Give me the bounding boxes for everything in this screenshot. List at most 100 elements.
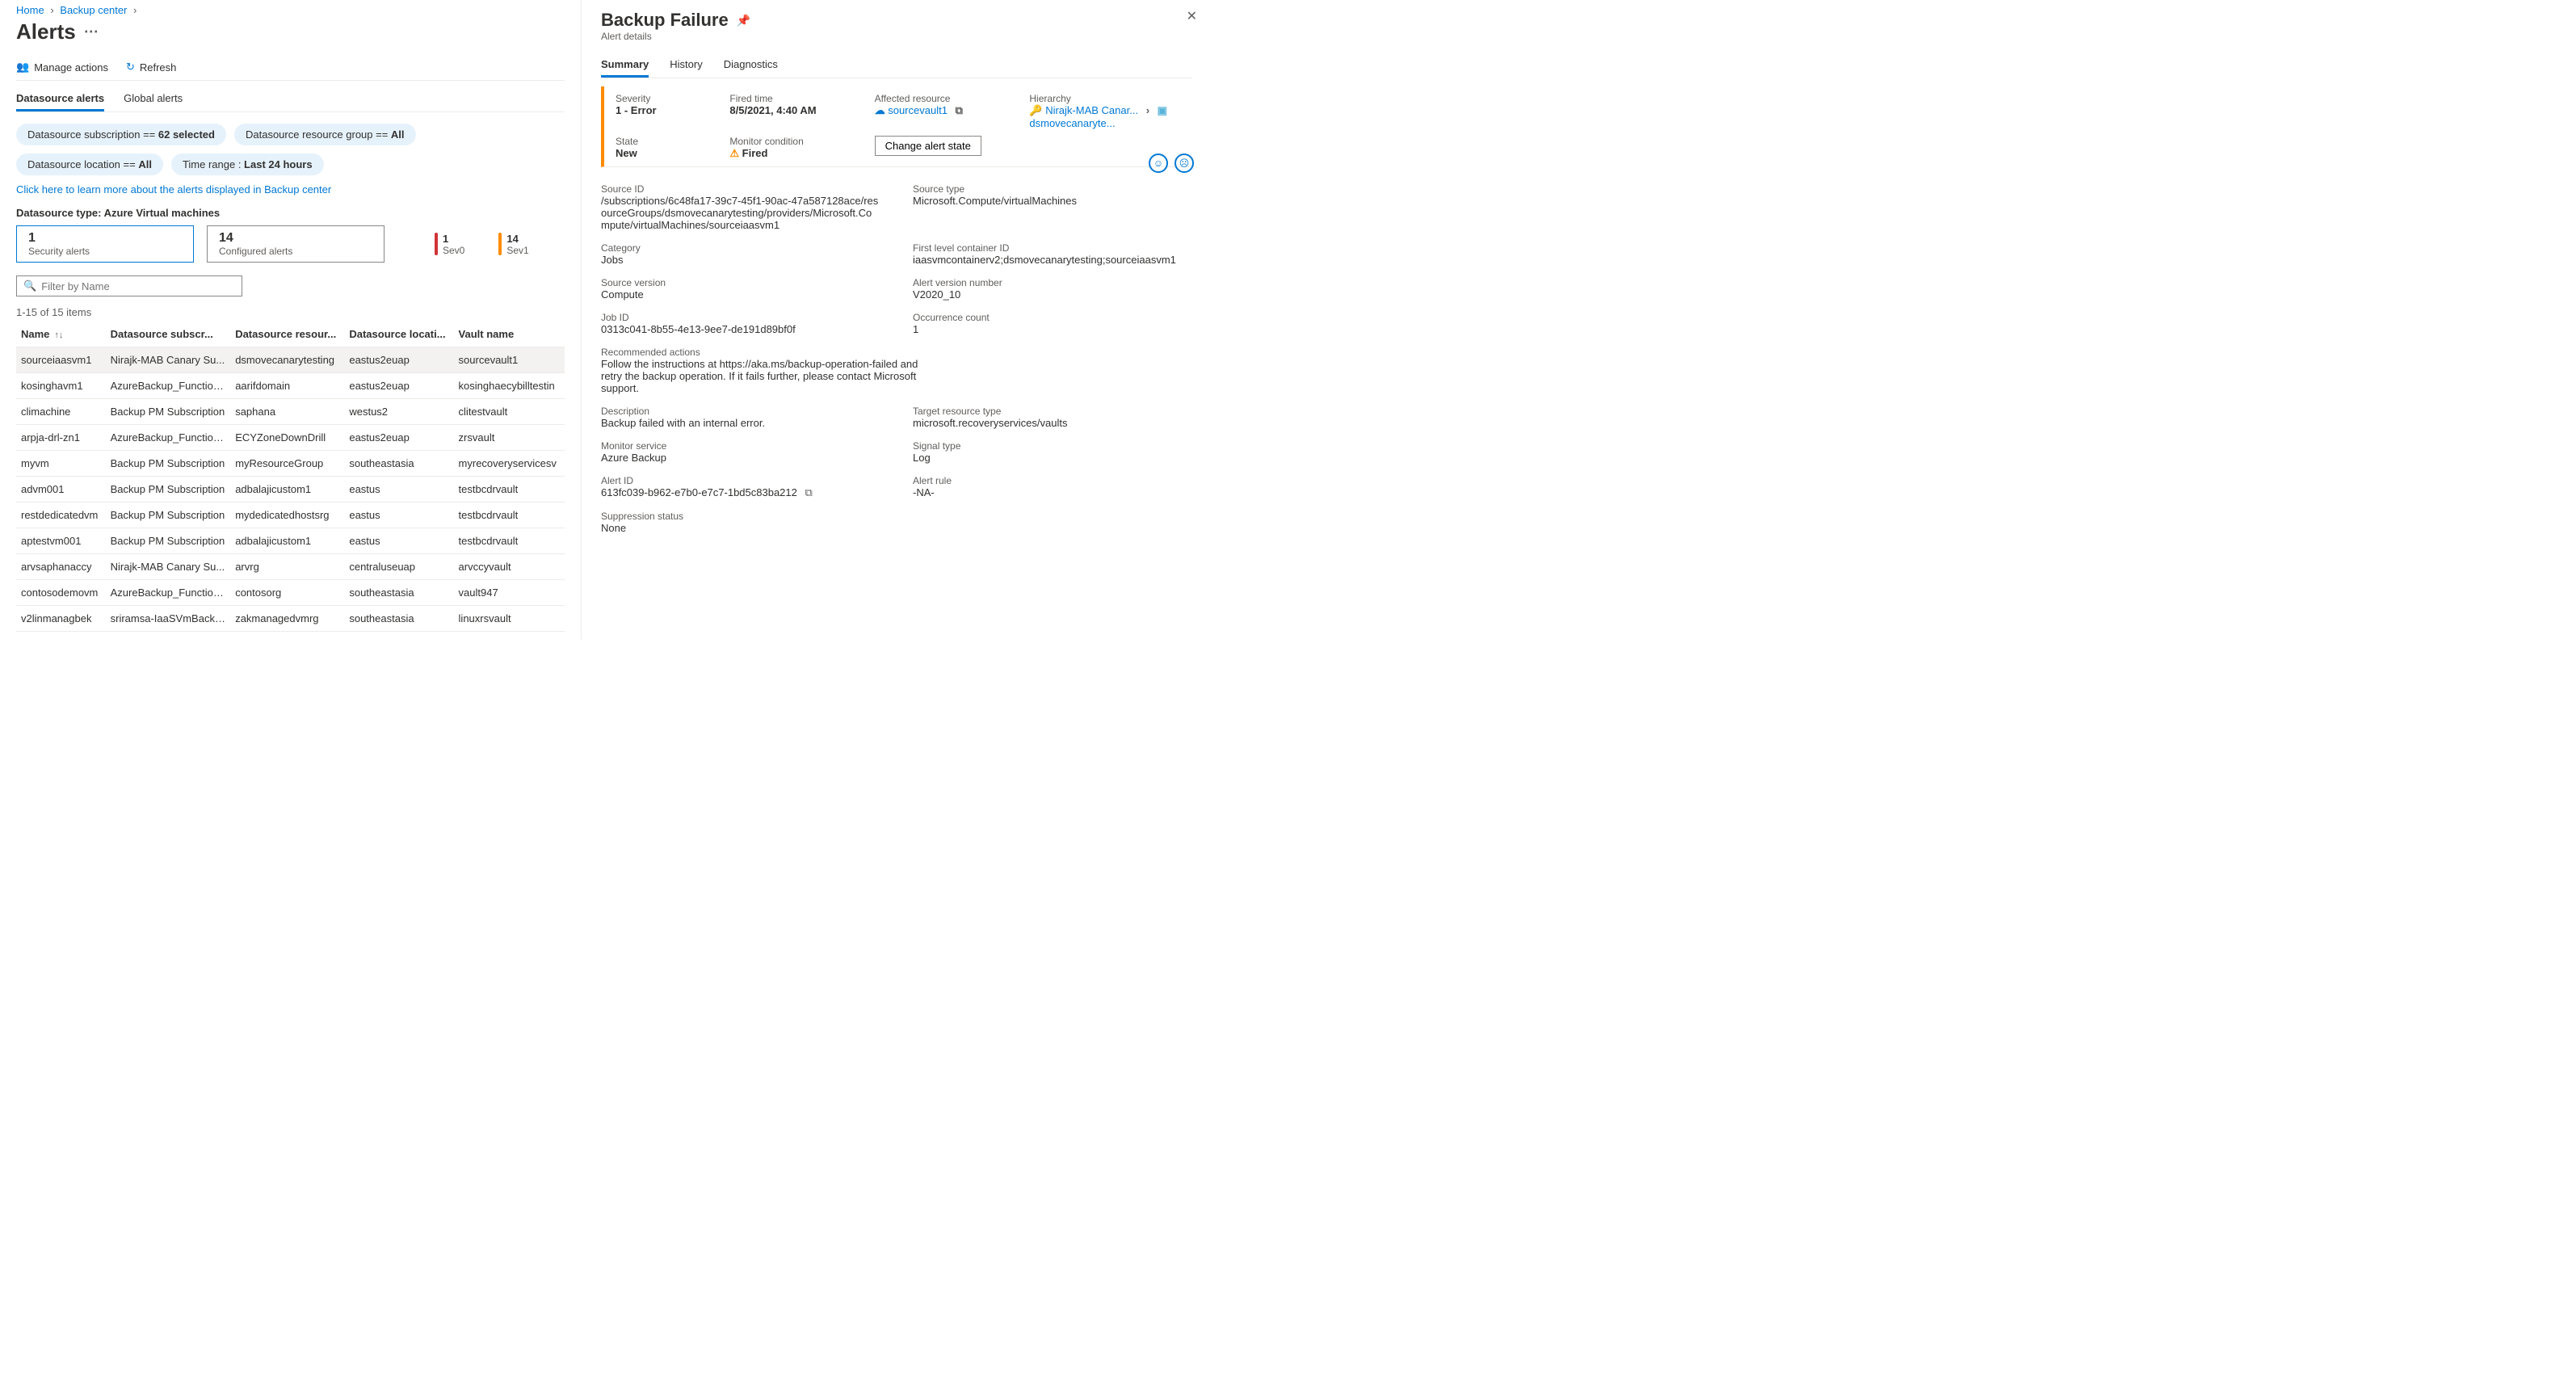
source-id-value: /subscriptions/6c48fa17-39c7-45f1-90ac-4… <box>601 195 880 231</box>
refresh-button[interactable]: ↻ Refresh <box>126 61 176 74</box>
pin-icon[interactable]: 📌 <box>737 14 750 27</box>
table-row[interactable]: contosodemovmAzureBackup_Function...cont… <box>16 580 565 606</box>
change-alert-state-button[interactable]: Change alert state <box>875 136 981 156</box>
alert-version-value: V2020_10 <box>913 288 1192 301</box>
table-cell: testbcdrvault <box>454 502 565 528</box>
tab-datasource-alerts[interactable]: Datasource alerts <box>16 87 104 111</box>
chevron-right-icon: › <box>50 4 53 16</box>
table-row[interactable]: kosinghavm1AzureBackup_Function...aarifd… <box>16 373 565 399</box>
col-name[interactable]: Name↑↓ <box>16 322 106 347</box>
table-cell: ECYZoneDownDrill <box>230 425 344 451</box>
security-alerts-card[interactable]: 1Security alerts <box>16 225 194 263</box>
col-location[interactable]: Datasource locati... <box>344 322 453 347</box>
details-grid: Source ID/subscriptions/6c48fa17-39c7-45… <box>601 183 1192 534</box>
sev1-bar-icon <box>498 233 502 255</box>
panel-tab-diagnostics[interactable]: Diagnostics <box>724 53 778 78</box>
job-id-value: 0313c041-8b55-4e13-9ee7-de191d89bf0f <box>601 323 880 335</box>
table-cell: myvm <box>16 451 106 477</box>
table-cell: adbalajicustom1 <box>230 477 344 502</box>
manage-actions-button[interactable]: 👥 Manage actions <box>16 61 108 74</box>
table-row[interactable]: climachineBackup PM Subscriptionsaphanaw… <box>16 399 565 425</box>
table-cell: sourcevault1 <box>454 347 565 373</box>
close-icon[interactable]: ✕ <box>1187 8 1197 24</box>
filter-by-name[interactable]: 🔍 <box>16 275 242 296</box>
table-cell: clitestvault <box>454 399 565 425</box>
search-icon: 🔍 <box>23 280 36 292</box>
table-cell: sourceiaasvm1 <box>16 347 106 373</box>
source-type-value: Microsoft.Compute/virtualMachines <box>913 195 1192 207</box>
recommended-actions-value: Follow the instructions at https://aka.m… <box>601 358 940 394</box>
sort-icon: ↑↓ <box>54 330 63 340</box>
table-cell: AzureBackup_Function... <box>106 373 231 399</box>
summary-block: Severity1 - Error Fired time8/5/2021, 4:… <box>601 86 1192 167</box>
table-cell: centraluseuap <box>344 554 453 580</box>
table-cell: southeastasia <box>344 580 453 606</box>
table-row[interactable]: restdedicatedvmBackup PM Subscriptionmyd… <box>16 502 565 528</box>
frown-feedback-icon[interactable]: ☹ <box>1175 153 1194 173</box>
state-value: New <box>616 147 707 159</box>
table-cell: Backup PM Subscription <box>106 451 231 477</box>
filter-input[interactable] <box>41 280 235 292</box>
hierarchy-rg-link[interactable]: dsmovecanaryte... <box>1029 117 1115 129</box>
sev0-count[interactable]: 1Sev0 <box>435 233 464 256</box>
col-vault[interactable]: Vault name <box>454 322 565 347</box>
table-cell: testbcdrvault <box>454 477 565 502</box>
table-cell: eastus <box>344 502 453 528</box>
table-row[interactable]: sourceiaasvm1Nirajk-MAB Canary Su...dsmo… <box>16 347 565 373</box>
monitor-condition-value: Fired <box>742 147 768 159</box>
filter-pill-time-range[interactable]: Time range : Last 24 hours <box>171 153 324 175</box>
table-cell: contosodemovm <box>16 580 106 606</box>
table-cell: climachine <box>16 399 106 425</box>
table-row[interactable]: arpja-drl-zn1AzureBackup_Function...ECYZ… <box>16 425 565 451</box>
fired-time-value: 8/5/2021, 4:40 AM <box>729 104 851 116</box>
table-cell: Nirajk-MAB Canary Su... <box>106 347 231 373</box>
col-subscription[interactable]: Datasource subscr... <box>106 322 231 347</box>
filter-pill-subscription[interactable]: Datasource subscription == 62 selected <box>16 124 226 145</box>
copy-icon[interactable]: ⧉ <box>805 486 813 498</box>
configured-alerts-card[interactable]: 14Configured alerts <box>207 225 385 263</box>
col-resource-group[interactable]: Datasource resour... <box>230 322 344 347</box>
signal-type-value: Log <box>913 452 1192 464</box>
chevron-right-icon: › <box>1146 104 1149 116</box>
table-cell: Nirajk-MAB Canary Su... <box>106 554 231 580</box>
filter-pill-location[interactable]: Datasource location == All <box>16 153 163 175</box>
filter-pill-resource-group[interactable]: Datasource resource group == All <box>234 124 416 145</box>
refresh-icon: ↻ <box>126 61 135 74</box>
target-resource-type-value: microsoft.recoveryservices/vaults <box>913 417 1192 429</box>
table-row[interactable]: aptestvm001Backup PM Subscriptionadbalaj… <box>16 528 565 554</box>
breadcrumb-home[interactable]: Home <box>16 4 44 16</box>
severity-value: 1 - Error <box>616 104 707 116</box>
hierarchy-subscription-link[interactable]: Nirajk-MAB Canar... <box>1045 104 1138 116</box>
table-row[interactable]: v2linmanagbeksriramsa-IaaSVmBacku...zakm… <box>16 606 565 632</box>
breadcrumb: Home › Backup center › <box>16 4 565 16</box>
tab-global-alerts[interactable]: Global alerts <box>124 87 183 111</box>
more-icon[interactable]: ⋯ <box>84 23 99 40</box>
sev1-count[interactable]: 14Sev1 <box>498 233 528 256</box>
copy-icon[interactable]: ⧉ <box>956 104 963 116</box>
table-cell: Backup PM Subscription <box>106 528 231 554</box>
table-cell: testbcdrvault <box>454 528 565 554</box>
item-count: 1-15 of 15 items <box>16 306 565 318</box>
table-row[interactable]: advm001Backup PM Subscriptionadbalajicus… <box>16 477 565 502</box>
key-icon: 🔑 <box>1029 104 1042 116</box>
table-cell: v2linmanagbek <box>16 606 106 632</box>
datasource-type-heading: Datasource type: Azure Virtual machines <box>16 207 565 219</box>
table-cell: Backup PM Subscription <box>106 502 231 528</box>
smile-feedback-icon[interactable]: ☺ <box>1149 153 1168 173</box>
table-cell: arvccyvault <box>454 554 565 580</box>
table-row[interactable]: myvmBackup PM SubscriptionmyResourceGrou… <box>16 451 565 477</box>
table-cell: aarifdomain <box>230 373 344 399</box>
table-cell: advm001 <box>16 477 106 502</box>
panel-tab-summary[interactable]: Summary <box>601 53 649 78</box>
description-value: Backup failed with an internal error. <box>601 417 880 429</box>
first-level-container-value: iaasvmcontainerv2;dsmovecanarytesting;so… <box>913 254 1192 266</box>
table-cell: eastus <box>344 477 453 502</box>
affected-resource-link[interactable]: sourcevault1 <box>888 104 948 116</box>
table-cell: AzureBackup_Function... <box>106 580 231 606</box>
table-row[interactable]: arvsaphanaccyNirajk-MAB Canary Su...arvr… <box>16 554 565 580</box>
learn-more-link[interactable]: Click here to learn more about the alert… <box>16 183 565 196</box>
breadcrumb-backup-center[interactable]: Backup center <box>60 4 127 16</box>
warning-icon: ⚠ <box>729 147 739 159</box>
table-cell: westus2 <box>344 399 453 425</box>
panel-tab-history[interactable]: History <box>670 53 702 78</box>
